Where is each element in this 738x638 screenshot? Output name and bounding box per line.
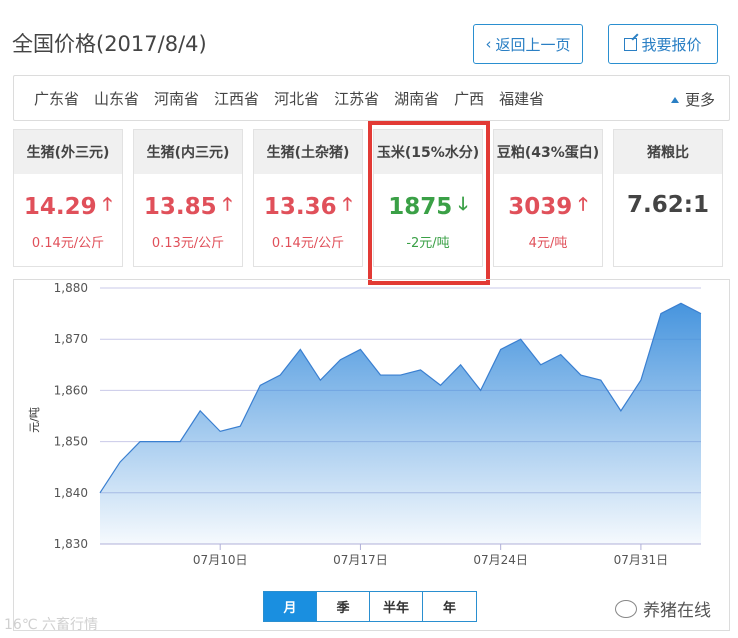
price-card-soybean-meal[interactable]: 豆粕(43%蛋白) 3039 🡑 4元/吨 xyxy=(493,129,603,267)
card-value-row: 14.29 🡑 xyxy=(14,192,122,222)
card-value: 3039 xyxy=(508,194,573,220)
caret-up-icon xyxy=(670,96,679,103)
card-value-row: 13.36 🡑 xyxy=(254,192,362,222)
y-axis-label: 元/吨 xyxy=(28,407,41,433)
card-value-row: 7.62:1 xyxy=(614,192,722,218)
card-value: 13.85 xyxy=(143,194,217,220)
arrow-up-icon: 🡑 xyxy=(578,194,588,215)
card-title: 生猪(外三元) xyxy=(14,130,122,174)
card-change: 0.14元/公斤 xyxy=(31,236,105,251)
province-jiangsu[interactable]: 江苏省 xyxy=(334,88,379,109)
back-button-label: 返回上一页 xyxy=(495,35,571,54)
card-value: 13.36 xyxy=(263,194,337,220)
range-quarter[interactable]: 季 xyxy=(317,592,370,621)
province-jiangxi[interactable]: 江西省 xyxy=(214,88,259,109)
page-title: 全国价格(2017/8/4) xyxy=(12,32,207,56)
arrow-up-icon: 🡑 xyxy=(342,194,353,215)
back-button[interactable]: ‹ 返回上一页 xyxy=(473,24,583,64)
highlight-box xyxy=(368,121,490,285)
watermark-right: 养猪在线 xyxy=(615,596,711,621)
price-card-hog-grain-ratio[interactable]: 猪粮比 7.62:1 xyxy=(613,129,723,267)
x-tick-label: 07月31日 xyxy=(614,553,669,567)
y-tick-label: 1,840 xyxy=(54,486,88,500)
province-guangdong[interactable]: 广东省 xyxy=(34,88,79,109)
report-button-label: 我要报价 xyxy=(641,35,702,54)
wechat-icon xyxy=(615,599,637,618)
price-card-pig-foreign[interactable]: 生猪(外三元) 14.29 🡑 0.14元/公斤 xyxy=(13,129,123,267)
card-value: 14.29 xyxy=(23,194,97,220)
card-title: 猪粮比 xyxy=(614,130,722,174)
range-month[interactable]: 月 xyxy=(264,592,317,621)
more-label: 更多 xyxy=(684,91,715,109)
province-hebei[interactable]: 河北省 xyxy=(274,88,319,109)
province-shandong[interactable]: 山东省 xyxy=(94,88,139,109)
y-tick-label: 1,850 xyxy=(54,435,88,449)
y-tick-label: 1,830 xyxy=(54,537,88,551)
edit-icon xyxy=(624,37,638,51)
range-selector: 月 季 半年 年 xyxy=(263,591,477,622)
province-guangxi[interactable]: 广西 xyxy=(454,88,484,109)
card-change: 0.14元/公斤 xyxy=(271,236,345,251)
card-value-row: 13.85 🡑 xyxy=(134,192,242,222)
price-card-pig-domestic[interactable]: 生猪(内三元) 13.85 🡑 0.13元/公斤 xyxy=(133,129,243,267)
y-tick-label: 1,860 xyxy=(54,383,88,397)
province-hunan[interactable]: 湖南省 xyxy=(394,88,439,109)
watermark-left: 16℃ 六畜行情 xyxy=(4,617,98,633)
x-tick-label: 07月17日 xyxy=(333,553,388,567)
card-title: 生猪(内三元) xyxy=(134,130,242,174)
y-tick-label: 1,880 xyxy=(54,281,88,295)
card-value: 7.62:1 xyxy=(627,192,709,218)
price-chart: 元/吨 1,880 1,870 1,860 1,850 1,840 1,830 07月10日 0… xyxy=(13,279,730,631)
card-title: 生猪(土杂猪) xyxy=(254,130,362,174)
province-henan[interactable]: 河南省 xyxy=(154,88,199,109)
card-change: 4元/吨 xyxy=(528,236,568,251)
price-card-pig-local[interactable]: 生猪(土杂猪) 13.36 🡑 0.14元/公斤 xyxy=(253,129,363,267)
arrow-up-icon: 🡑 xyxy=(222,194,233,215)
price-chart-svg: 元/吨 1,880 1,870 1,860 1,850 1,840 1,830 07月10日 0… xyxy=(28,281,702,567)
more-provinces-button[interactable]: 更多 xyxy=(670,89,715,110)
report-price-button[interactable]: 我要报价 xyxy=(608,24,718,64)
card-value-row: 3039 🡑 xyxy=(494,192,602,222)
arrow-up-icon: 🡑 xyxy=(102,194,113,215)
card-change: 0.13元/公斤 xyxy=(151,236,225,251)
province-fujian[interactable]: 福建省 xyxy=(499,88,544,109)
x-tick-label: 07月24日 xyxy=(473,553,528,567)
card-title: 豆粕(43%蛋白) xyxy=(494,130,602,174)
watermark-right-label: 养猪在线 xyxy=(643,601,711,621)
province-bar: 广东省 山东省 河南省 江西省 河北省 江苏省 湖南省 广西 福建省 更多 xyxy=(13,75,730,121)
chevron-left-icon: ‹ xyxy=(485,35,492,53)
x-tick-label: 07月10日 xyxy=(193,553,248,567)
y-tick-label: 1,870 xyxy=(54,332,88,346)
range-year[interactable]: 年 xyxy=(423,592,476,621)
range-half-year[interactable]: 半年 xyxy=(370,592,423,621)
